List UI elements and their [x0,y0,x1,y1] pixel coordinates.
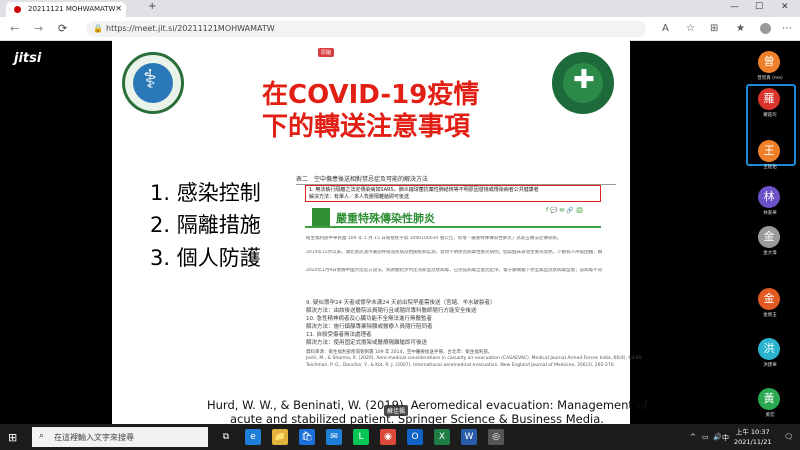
more-menu-icon[interactable]: ⋯ [782,23,792,34]
back-button[interactable]: ← [10,22,19,35]
participant-name: 王銘佑 [763,165,777,170]
lock-icon: 🔒 [93,24,103,33]
tab-favicon-icon [14,6,21,13]
notification-icon[interactable]: 🗨 [784,433,793,441]
close-tab-icon[interactable]: ✕ [115,4,122,13]
participant-avatar[interactable]: 羅 [758,88,780,110]
participant-avatar[interactable]: 洪 [758,338,780,360]
document-row: 9. 疑似懷孕24 天者或懷孕未滿24 天前出院早產需後送（宮縮、羊水破裂者） [306,300,496,306]
windows-taskbar: ⊞ ⌕ 在這裡輸入文字來搜尋 ⧉ e 📁 🛍 ✉ L ◉ O X W ◎ ^ ▭ 🔊 中 上午 10… [0,424,800,450]
chrome-icon[interactable]: ◉ [380,429,396,445]
reload-button[interactable]: ⟳ [58,22,67,35]
participant-name: 羅鈺珩 [763,113,777,118]
disease-divider [305,226,601,228]
participant-name: 黃宏 [765,413,775,418]
clock-time: 上午 10:37 [735,428,770,436]
maximize-button[interactable]: ☐ [755,2,763,12]
slide-badge: 原圖 [318,48,335,57]
highlight-line: 解決方法：有單人／多人負壓隔離艙即可後送 [309,194,410,200]
participant-avatar[interactable]: 王 [758,140,780,162]
search-placeholder: 在這裡輸入文字來搜尋 [54,433,134,442]
forward-button[interactable]: → [34,22,43,35]
outlook-icon[interactable]: O [407,429,423,445]
read-aloud-icon[interactable]: A [662,23,669,34]
participant-name: 金大偉 [763,251,777,256]
volume-icon[interactable]: 🔊 [713,433,722,441]
document-row: 解決方法：使用固定式擔架或醫療隔離艙即可後送 [306,340,428,346]
participant-name: 曾宛真 (me) [757,76,783,81]
share-icons: f 💬 ✉ 🔗 🖨 [546,207,584,214]
document-row: 11. 自殺受傷者無法處理者 [306,332,372,338]
tab-title: 20211121 MOHWAMATW [28,5,116,13]
windows-start-icon[interactable]: ⊞ [8,431,17,444]
favorites-icon[interactable]: ★ [736,23,745,34]
line-icon[interactable]: L [353,429,369,445]
record-icon[interactable]: ◎ [488,429,504,445]
document-paragraph: 2019年12月以來，湖北省武漢市展開呼吸道疾病及相關疾病監測，發現不明原因病毒… [306,250,602,255]
right-emblem-logo: ✚ [552,52,614,114]
address-toolbar: ← → ⟳ 🔒 https://meet.jit.si/20211121MOHW… [0,17,800,41]
favorite-star-icon[interactable]: ☆ [686,23,695,34]
url-text: https://meet.jit.si/20211121MOHWAMATW [106,24,275,33]
collections-icon[interactable]: ⊞ [710,23,718,34]
speaker-name-caption: 蘇佳楓 [384,405,409,416]
document-row: 解決方法：由該後送醫院派員隨行且或隨同專科醫師隨行方能安全後送 [306,308,477,314]
highlight-box: 1. 無法執行隔離之法定傳染病如SARS，肺炎鏈球菌抗藥性肺結核等不明原因發燒或… [305,185,601,202]
store-icon[interactable]: 🛍 [299,429,315,445]
participant-avatar[interactable]: 黃 [758,388,780,410]
tray-chevron-icon[interactable]: ^ [690,433,696,441]
minimize-button[interactable]: — [730,2,739,12]
document-row: 解決方法：施行鎮靜專業除顫或醫療人員隨行陪同者 [306,324,433,330]
participant-avatar[interactable]: 林 [758,186,780,208]
document-reference: 資料來源：衛生福利部疾病管制署 109 年 2014，空中醫療後送手冊，台北市：… [306,350,493,355]
jitsi-logo[interactable]: jitsi [14,51,41,66]
browser-tab[interactable]: 20211121 MOHWAMATW ✕ [6,2,126,17]
participant-avatar[interactable]: 曾 [758,51,780,73]
slide-point-3: 3. 個人防護 [150,246,261,270]
file-explorer-icon[interactable]: 📁 [272,429,288,445]
document-reference: Joshi, M., & Sharma, R. (2020). Aero-med… [306,356,643,361]
search-icon: ⌕ [39,431,45,441]
left-emblem-logo: ⚕ [122,52,184,114]
excel-icon[interactable]: X [434,429,450,445]
word-icon[interactable]: W [461,429,477,445]
document-row: 10. 急性精神病者及心臟功能不全無法進行無醫監者 [306,316,432,322]
highlight-line: 1. 無法執行隔離之法定傳染病如SARS，肺炎鏈球菌抗藥性肺結核等不明原因發燒或… [309,187,539,193]
taskbar-search[interactable]: ⌕ 在這裡輸入文字來搜尋 [32,427,208,447]
document-paragraph: 2020年1月9日依據中國大陸官方說法，病原體初步判定為新型冠狀病毒，已完成病毒… [306,268,602,273]
disease-title: 嚴重特殊傳染性肺炎 [336,212,435,225]
network-icon[interactable]: ▭ [702,433,709,441]
new-tab-button[interactable]: + [148,1,156,12]
edge-icon[interactable]: e [245,429,261,445]
clock-date: 2021/11/21 [734,438,772,446]
task-view-icon[interactable]: ⧉ [218,429,234,445]
participant-avatar[interactable]: 金 [758,226,780,248]
participant-name: 洪建華 [763,363,777,368]
close-window-button[interactable]: ✕ [781,2,789,12]
participant-name: 金佩玉 [763,313,777,318]
slide-credit-line1: Hurd, W. W., & Beninati, W. (2019). Aero… [207,398,648,412]
mail-icon[interactable]: ✉ [326,429,342,445]
tab-strip: 20211121 MOHWAMATW ✕ + — ☐ ✕ [0,0,800,17]
participant-avatar[interactable]: 金 [758,288,780,310]
document-reference: Teichman, P. G., Donchin, Y., & Kot, R. … [306,363,616,368]
document-paragraph: 衛生福利部中華民國 109 年 1 月 15 日衛授疾字第 1090100030… [306,236,562,241]
slide-point-2: 2. 隔離措施 [150,213,261,237]
profile-avatar[interactable] [760,23,771,34]
slide-title-line2: 下的轉送注意事項 [262,112,471,142]
participant-name: 林家華 [763,211,777,216]
ime-indicator[interactable]: 中 [722,433,729,443]
gov-logo-icon [312,208,330,226]
taskbar-clock[interactable]: 上午 10:37 2021/11/21 [734,427,771,447]
address-bar[interactable]: 🔒 https://meet.jit.si/20211121MOHWAMATW [86,21,646,37]
document-table-heading: 表二 空中傷患後送相對禁忌症及可能的解決方法 [296,176,429,183]
slide-point-1: 1. 感染控制 [150,181,261,205]
